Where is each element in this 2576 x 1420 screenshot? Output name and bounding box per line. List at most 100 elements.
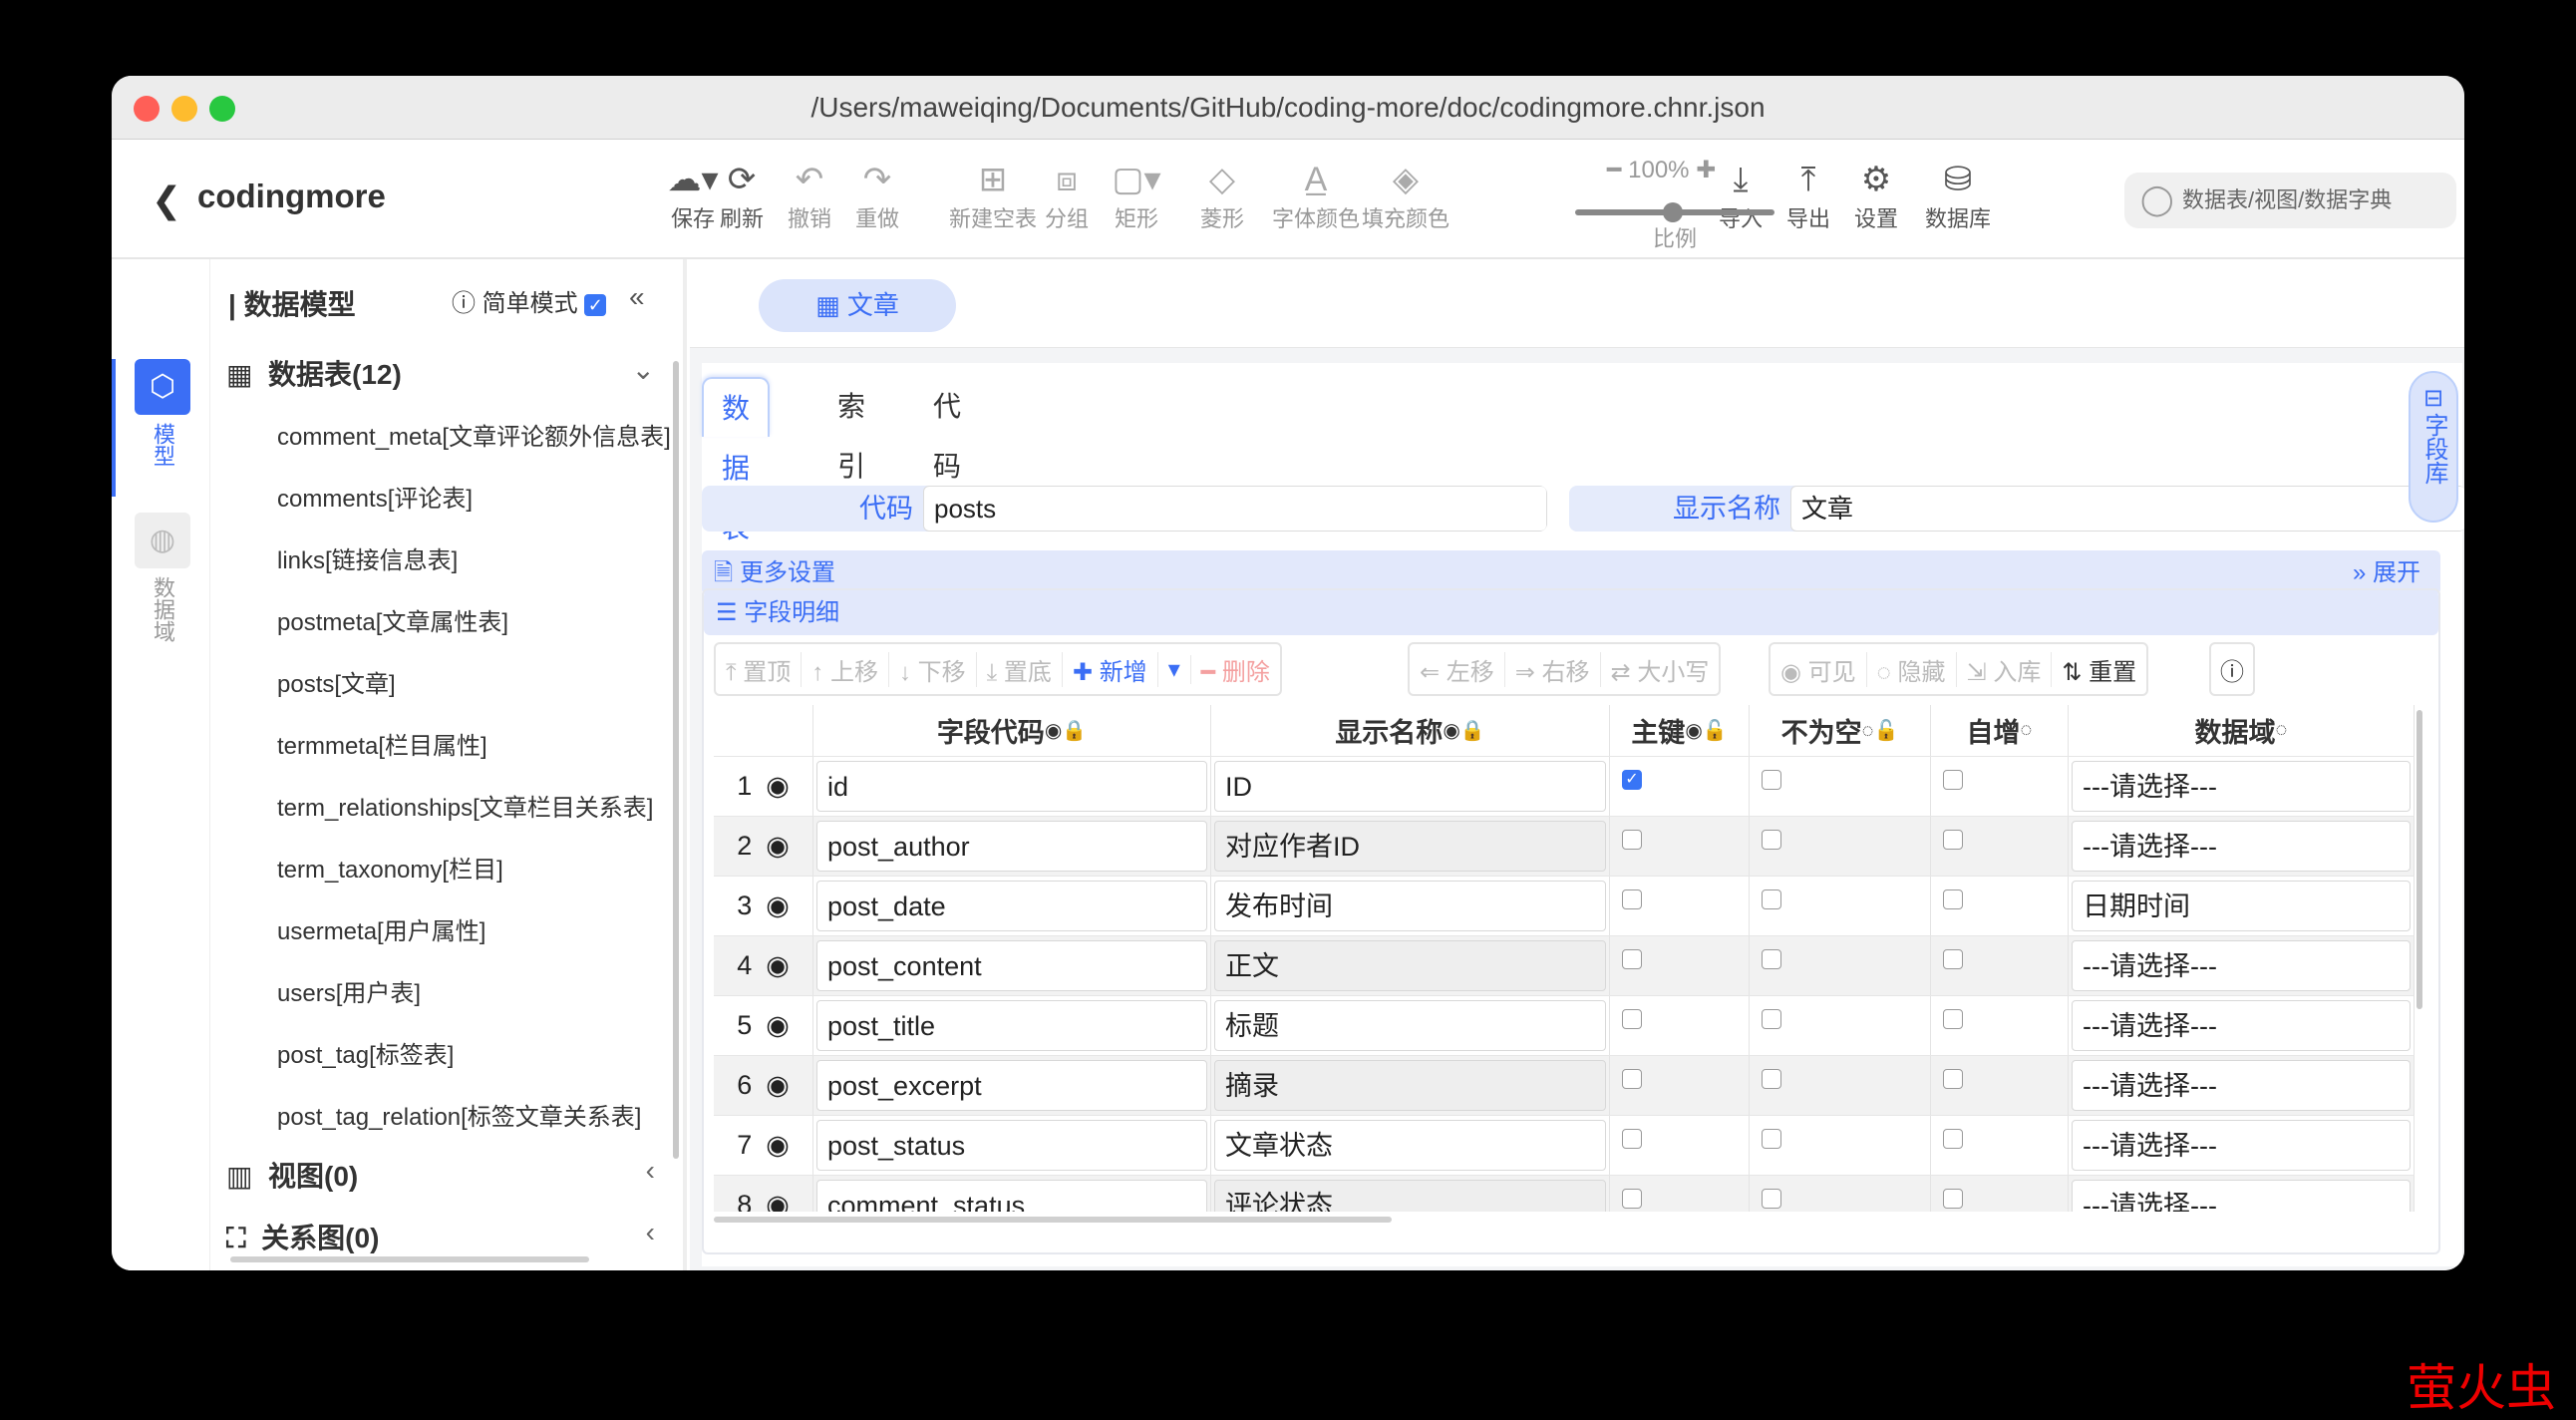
diagrams-section-header[interactable]: ⛶ 关系图(0) ‹ [226,1217,665,1256]
display-name-input[interactable]: 发布时间 [1214,881,1606,931]
sidebar-table-item[interactable]: term_taxonomy[栏目] [277,850,676,885]
not-null-checkbox[interactable] [1762,769,1781,790]
primary-key-checkbox[interactable] [1622,888,1642,909]
domain-select[interactable]: ---请选择--- [2072,1060,2411,1111]
button-g2-2[interactable]: ⇄ 大小写 [1601,652,1720,687]
display-name-input[interactable]: 评论状态 [1214,1180,1606,1212]
not-null-checkbox[interactable] [1762,1008,1781,1029]
field-library-tab[interactable]: ⊟ 字段库 [2409,371,2458,523]
toolbar-button-13[interactable]: ⛁ 数据库 [1916,158,2000,233]
open-tab-posts[interactable]: ▦ 文章 [759,279,956,332]
field-code-input[interactable]: post_excerpt [816,1060,1207,1111]
sidebar-table-item[interactable]: posts[文章] [277,664,676,699]
display-name-input[interactable]: 摘录 [1214,1060,1606,1111]
eye-icon[interactable]: ◉ [766,1130,790,1161]
tab-code[interactable]: 代码 [933,377,961,482]
field-code-input[interactable]: post_author [816,821,1207,872]
button-g1-4[interactable]: ✚ 新增 [1063,651,1158,687]
rail-item-domain[interactable]: ◍ 数据域 [135,513,190,648]
field-code-input[interactable]: id [816,761,1207,812]
domain-select[interactable]: ---请选择--- [2072,1000,2411,1051]
search-input[interactable]: ◯ 数据表/视图/数据字典 [2124,173,2456,228]
sidebar-table-item[interactable]: comment_meta[文章评论额外信息表] [277,417,676,452]
not-null-checkbox[interactable] [1762,888,1781,909]
sidebar-table-item[interactable]: usermeta[用户属性] [277,911,676,946]
sidebar-table-item[interactable]: users[用户表] [277,973,676,1008]
field-code-input[interactable]: post_content [816,940,1207,991]
not-null-checkbox[interactable] [1762,1128,1781,1149]
primary-key-checkbox[interactable]: ✓ [1622,769,1642,790]
display-name-input[interactable]: 文章状态 [1214,1120,1606,1171]
tables-section-header[interactable]: ▦ 数据表(12) ⌄ [226,353,665,393]
domain-select[interactable]: ---请选择--- [2072,940,2411,991]
eye-icon[interactable]: ◉ [766,1190,790,1212]
auto-increment-checkbox[interactable] [1943,1008,1963,1029]
not-null-checkbox[interactable] [1762,1068,1781,1089]
button-g1-6[interactable]: ━ 删除 [1191,652,1280,687]
display-name-input[interactable]: 正文 [1214,940,1606,991]
primary-key-checkbox[interactable] [1622,948,1642,969]
auto-increment-checkbox[interactable] [1943,948,1963,969]
tab-table[interactable]: 数据表 [702,377,771,543]
close-window-button[interactable] [134,96,160,122]
auto-increment-checkbox[interactable] [1943,1068,1963,1089]
auto-increment-checkbox[interactable] [1943,888,1963,909]
simple-mode-toggle[interactable]: ⓘ 简单模式 ✓ [452,283,607,318]
toolbar-button-8[interactable]: A̲ 字体颜色 [1268,158,1364,233]
zoom-control[interactable]: ━ 100% ✚ [1607,156,1716,184]
column-header[interactable]: 自增 ◌ [1931,705,2069,756]
domain-select[interactable]: ---请选择--- [2072,1180,2411,1212]
tab-index[interactable]: 索引 [837,377,865,482]
display-name-input[interactable]: 标题 [1214,1000,1606,1051]
domain-select[interactable]: 日期时间 [2072,881,2411,931]
table-hscrollbar[interactable] [714,1217,1392,1223]
zoom-in-icon[interactable]: ✚ [1690,157,1716,183]
sidebar-table-item[interactable]: postmeta[文章属性表] [277,602,676,637]
primary-key-checkbox[interactable] [1622,1188,1642,1209]
primary-key-checkbox[interactable] [1622,1008,1642,1029]
button-g1-5[interactable]: ▾ [1158,654,1191,684]
zoom-slider[interactable] [1575,202,1774,222]
not-null-checkbox[interactable] [1762,948,1781,969]
primary-key-checkbox[interactable] [1622,1128,1642,1149]
display-name-input[interactable]: 文章 [1790,486,2464,532]
toolbar-button-3[interactable]: ↷ 重做 [847,158,907,233]
button-g1-0[interactable]: ⤒ 置顶 [716,651,803,687]
primary-key-checkbox[interactable] [1622,829,1642,850]
simple-mode-checkbox[interactable]: ✓ [584,293,607,316]
sidebar-table-item[interactable]: links[链接信息表] [277,540,676,575]
display-name-input[interactable]: ID [1214,761,1606,812]
toolbar-button-2[interactable]: ↶ 撤销 [780,158,839,233]
column-header[interactable]: 主键 ◉🔓 [1610,705,1750,756]
eye-icon[interactable]: ◉ [766,831,790,862]
zoom-slider-handle[interactable] [1663,202,1683,222]
button-g2-0[interactable]: ⇐ 左移 [1410,651,1505,687]
auto-increment-checkbox[interactable] [1943,1188,1963,1209]
sidebar-table-item[interactable]: post_tag_relation[标签文章关系表] [277,1097,676,1132]
button-g1-2[interactable]: ↓ 下移 [889,651,977,687]
toolbar-button-10[interactable]: ⤓ 导入 [1711,158,1771,233]
column-header[interactable]: 不为空 ◌🔓 [1750,705,1931,756]
button-g3-2[interactable]: ⇲ 入库 [1957,651,2053,687]
views-section-header[interactable]: ▥ 视图(0) ‹ [226,1155,665,1195]
not-null-checkbox[interactable] [1762,829,1781,850]
sidebar-table-item[interactable]: termmeta[栏目属性] [277,726,676,761]
info-button[interactable]: ⓘ [2209,642,2255,696]
auto-increment-checkbox[interactable] [1943,829,1963,850]
button-g3-0[interactable]: ◉ 可见 [1771,651,1867,687]
button-g2-1[interactable]: ⇒ 右移 [1505,651,1601,687]
button-g3-1[interactable]: ◌ 隐藏 [1867,651,1957,687]
collapse-sidebar-icon[interactable]: « [629,281,645,313]
toolbar-button-5[interactable]: ⧈ 分组 [1037,158,1097,233]
display-name-input[interactable]: 对应作者ID [1214,821,1606,872]
code-input[interactable]: posts [923,486,1547,532]
toolbar-button-7[interactable]: ◇ 菱形 [1192,158,1252,233]
zoom-out-icon[interactable]: ━ [1607,157,1628,183]
auto-increment-checkbox[interactable] [1943,1128,1963,1149]
field-code-input[interactable]: post_status [816,1120,1207,1171]
sidebar-table-item[interactable]: term_relationships[文章栏目关系表] [277,788,676,823]
toolbar-button-6[interactable]: ▢▾ 矩形 [1107,158,1166,233]
back-icon[interactable]: ❮ [152,179,181,221]
eye-icon[interactable]: ◉ [766,1070,790,1101]
field-code-input[interactable]: post_title [816,1000,1207,1051]
